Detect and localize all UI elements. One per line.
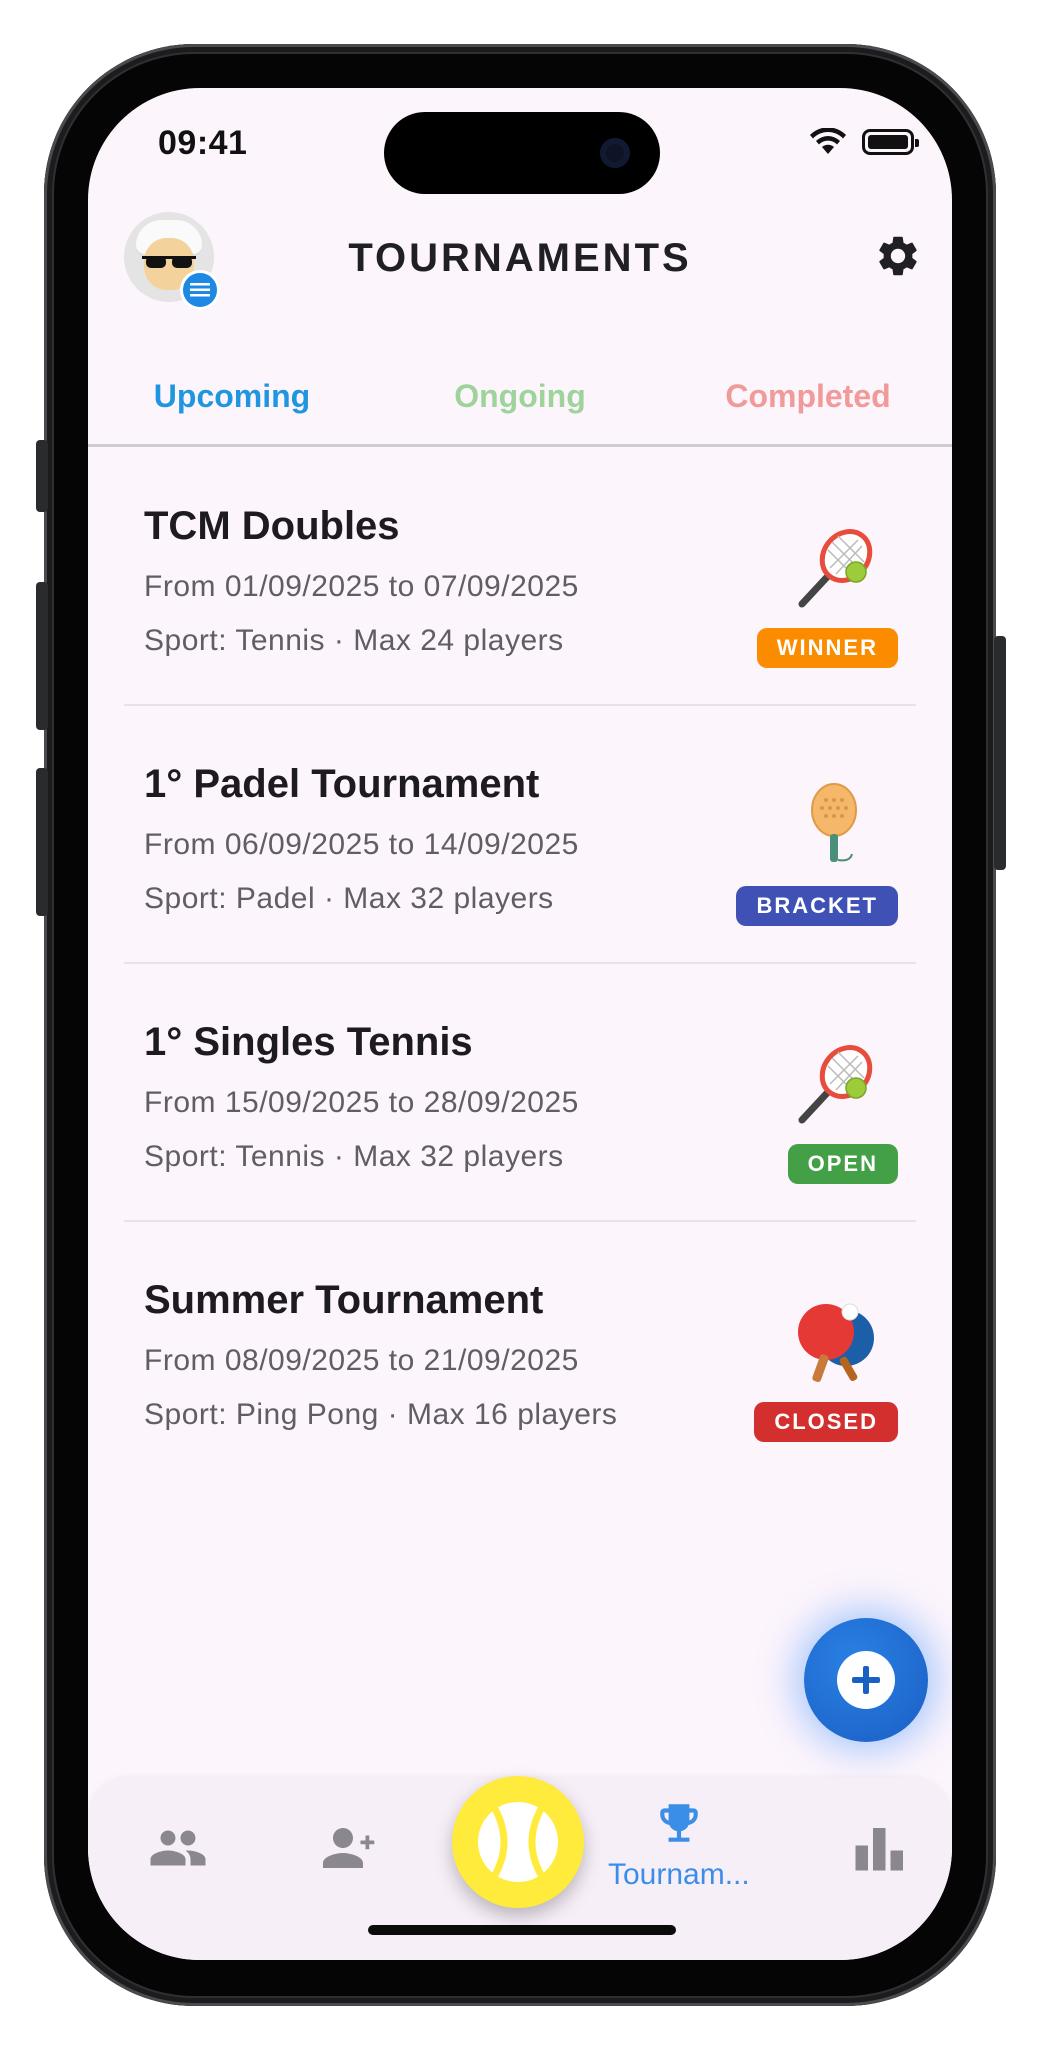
tournament-meta: Sport: Tennis · Max 32 players xyxy=(144,1140,564,1173)
status-icons xyxy=(808,128,919,156)
status-time: 09:41 xyxy=(158,124,248,162)
add-tournament-button[interactable] xyxy=(804,1618,928,1742)
tournament-item[interactable]: Summer Tournament From 08/09/2025 to 21/… xyxy=(124,1222,916,1480)
status-badge: BRACKET xyxy=(736,886,898,926)
tab-ongoing[interactable]: Ongoing xyxy=(376,368,664,438)
plus-icon xyxy=(837,1651,895,1709)
tennis-racket-icon xyxy=(798,1045,873,1124)
tournament-list: TCM Doubles From 01/09/2025 to 07/09/202… xyxy=(124,448,916,1480)
tournament-dates: From 08/09/2025 to 21/09/2025 xyxy=(144,1344,579,1377)
tournament-item[interactable]: TCM Doubles From 01/09/2025 to 07/09/202… xyxy=(124,448,916,706)
padel-racket-icon xyxy=(811,783,857,862)
tournament-meta: Sport: Padel · Max 32 players xyxy=(144,882,554,915)
bar-chart-icon[interactable] xyxy=(848,1818,908,1878)
gear-icon[interactable] xyxy=(874,232,922,280)
add-person-icon[interactable] xyxy=(318,1818,378,1878)
trophy-icon[interactable] xyxy=(654,1798,704,1848)
tournament-name: TCM Doubles xyxy=(144,504,400,548)
side-button-silent xyxy=(36,440,48,512)
tournament-meta: Sport: Tennis · Max 24 players xyxy=(144,624,564,657)
tabs-divider xyxy=(88,444,952,447)
tournament-meta: Sport: Ping Pong · Max 16 players xyxy=(144,1398,618,1431)
dynamic-island xyxy=(384,112,660,194)
tournament-item[interactable]: 1° Padel Tournament From 06/09/2025 to 1… xyxy=(124,706,916,964)
people-icon[interactable] xyxy=(148,1818,208,1878)
tournament-dates: From 15/09/2025 to 28/09/2025 xyxy=(144,1086,579,1119)
tournament-name: 1° Padel Tournament xyxy=(144,762,540,806)
tab-bar: Upcoming Ongoing Completed xyxy=(88,368,952,438)
wifi-icon xyxy=(810,128,846,154)
battery-icon xyxy=(862,129,919,155)
app-screen: 09:41 TOURNAMENTS Upcoming Ongoing Compl… xyxy=(88,88,952,1960)
tournament-name: 1° Singles Tennis xyxy=(144,1020,473,1064)
tennis-ball-icon xyxy=(478,1802,558,1882)
page-title: TOURNAMENTS xyxy=(348,236,692,280)
tab-completed[interactable]: Completed xyxy=(664,368,952,438)
tournament-dates: From 01/09/2025 to 07/09/2025 xyxy=(144,570,579,603)
camera-icon xyxy=(600,138,630,168)
tournament-item[interactable]: 1° Singles Tennis From 15/09/2025 to 28/… xyxy=(124,964,916,1222)
tab-upcoming[interactable]: Upcoming xyxy=(88,368,376,438)
play-button[interactable] xyxy=(452,1776,584,1908)
home-indicator xyxy=(368,1925,676,1935)
side-button-volume-down xyxy=(36,768,48,916)
side-button-power xyxy=(994,636,1006,870)
tournament-dates: From 06/09/2025 to 14/09/2025 xyxy=(144,828,579,861)
ping-pong-icon xyxy=(798,1303,874,1383)
nav-label-tournaments[interactable]: Tournam... xyxy=(608,1858,750,1892)
side-button-volume-up xyxy=(36,582,48,730)
status-badge: CLOSED xyxy=(754,1402,898,1442)
tennis-racket-icon xyxy=(798,529,873,608)
tournament-name: Summer Tournament xyxy=(144,1278,544,1322)
status-badge: OPEN xyxy=(787,1144,898,1184)
status-badge: WINNER xyxy=(756,628,898,668)
